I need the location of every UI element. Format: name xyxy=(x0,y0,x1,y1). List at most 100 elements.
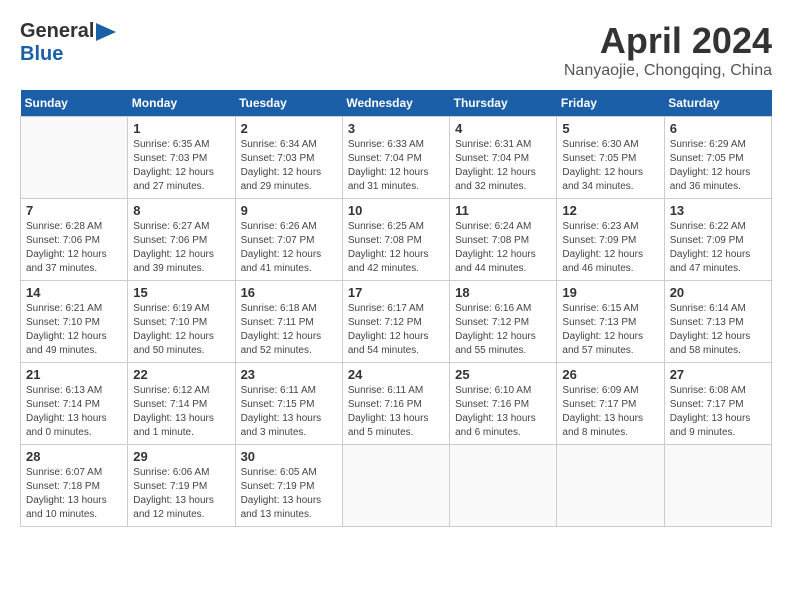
day-number: 20 xyxy=(670,285,766,300)
day-content: Sunrise: 6:17 AM Sunset: 7:12 PM Dayligh… xyxy=(348,302,444,358)
table-row: 21Sunrise: 6:13 AM Sunset: 7:14 PM Dayli… xyxy=(21,363,128,445)
table-row: 22Sunrise: 6:12 AM Sunset: 7:14 PM Dayli… xyxy=(128,363,235,445)
header-sunday: Sunday xyxy=(21,90,128,117)
day-number: 6 xyxy=(670,121,766,136)
page-header: General Blue April 2024 Nanyaojie, Chong… xyxy=(20,20,772,80)
day-content: Sunrise: 6:09 AM Sunset: 7:17 PM Dayligh… xyxy=(562,384,658,440)
table-row: 24 Sunrise: 6:11 AM Sunset: 7:16 PM Dayli… xyxy=(342,363,449,445)
day-content: Sunrise: 6:22 AM Sunset: 7:09 PM Dayligh… xyxy=(670,220,766,276)
table-row: 30 Sunrise: 6:05 AM Sunset: 7:19 PM Dayli… xyxy=(235,445,342,527)
day-content: Sunrise: 6:08 AM Sunset: 7:17 PM Dayligh… xyxy=(670,384,766,440)
table-row: 20 Sunrise: 6:14 AM Sunset: 7:13 PM Dayli… xyxy=(664,281,771,363)
table-row: 3Sunrise: 6:33 AM Sunset: 7:04 PM Daylig… xyxy=(342,117,449,199)
table-row xyxy=(557,445,664,527)
table-row: 8 Sunrise: 6:27 AM Sunset: 7:06 PM Daylig… xyxy=(128,199,235,281)
table-row: 12Sunrise: 6:23 AM Sunset: 7:09 PM Dayli… xyxy=(557,199,664,281)
day-content: Sunrise: 6:11 AM Sunset: 7:15 PM Dayligh… xyxy=(241,384,337,440)
day-number: 1 xyxy=(133,121,229,136)
day-number: 19 xyxy=(562,285,658,300)
header-friday: Friday xyxy=(557,90,664,117)
day-content: Sunrise: 6:19 AM Sunset: 7:10 PM Dayligh… xyxy=(133,302,229,358)
day-number: 28 xyxy=(26,449,122,464)
calendar-week-row: 1 Sunrise: 6:35 AM Sunset: 7:03 PM Daylig… xyxy=(21,117,772,199)
header-thursday: Thursday xyxy=(450,90,557,117)
day-content: Sunrise: 6:27 AM Sunset: 7:06 PM Dayligh… xyxy=(133,220,229,276)
table-row: 25Sunrise: 6:10 AM Sunset: 7:16 PM Dayli… xyxy=(450,363,557,445)
table-row: 4Sunrise: 6:31 AM Sunset: 7:04 PM Daylig… xyxy=(450,117,557,199)
table-row: 11 Sunrise: 6:24 AM Sunset: 7:08 PM Dayli… xyxy=(450,199,557,281)
day-number: 10 xyxy=(348,203,444,218)
logo: General Blue xyxy=(20,20,116,66)
day-content: Sunrise: 6:16 AM Sunset: 7:12 PM Dayligh… xyxy=(455,302,551,358)
table-row: 27 Sunrise: 6:08 AM Sunset: 7:17 PM Dayli… xyxy=(664,363,771,445)
table-row: 19 Sunrise: 6:15 AM Sunset: 7:13 PM Dayli… xyxy=(557,281,664,363)
table-row xyxy=(450,445,557,527)
table-row: 2Sunrise: 6:34 AM Sunset: 7:03 PM Daylig… xyxy=(235,117,342,199)
day-number: 23 xyxy=(241,367,337,382)
day-number: 15 xyxy=(133,285,229,300)
table-row: 15 Sunrise: 6:19 AM Sunset: 7:10 PM Dayli… xyxy=(128,281,235,363)
table-row: 13 Sunrise: 6:22 AM Sunset: 7:09 PM Dayli… xyxy=(664,199,771,281)
day-content: Sunrise: 6:05 AM Sunset: 7:19 PM Dayligh… xyxy=(241,466,337,522)
table-row: 5Sunrise: 6:30 AM Sunset: 7:05 PM Daylig… xyxy=(557,117,664,199)
day-number: 26 xyxy=(562,367,658,382)
table-row: 10 Sunrise: 6:25 AM Sunset: 7:08 PM Dayli… xyxy=(342,199,449,281)
table-row: 6 Sunrise: 6:29 AM Sunset: 7:05 PM Daylig… xyxy=(664,117,771,199)
day-number: 5 xyxy=(562,121,658,136)
logo-blue: Blue xyxy=(20,43,63,65)
table-row: 18 Sunrise: 6:16 AM Sunset: 7:12 PM Dayli… xyxy=(450,281,557,363)
table-row xyxy=(664,445,771,527)
day-number: 24 xyxy=(348,367,444,382)
header-saturday: Saturday xyxy=(664,90,771,117)
title-section: April 2024 Nanyaojie, Chongqing, China xyxy=(564,20,772,80)
day-content: Sunrise: 6:10 AM Sunset: 7:16 PM Dayligh… xyxy=(455,384,551,440)
day-content: Sunrise: 6:29 AM Sunset: 7:05 PM Dayligh… xyxy=(670,138,766,194)
day-number: 22 xyxy=(133,367,229,382)
calendar-week-row: 21Sunrise: 6:13 AM Sunset: 7:14 PM Dayli… xyxy=(21,363,772,445)
day-number: 8 xyxy=(133,203,229,218)
day-content: Sunrise: 6:07 AM Sunset: 7:18 PM Dayligh… xyxy=(26,466,122,522)
day-content: Sunrise: 6:25 AM Sunset: 7:08 PM Dayligh… xyxy=(348,220,444,276)
day-content: Sunrise: 6:28 AM Sunset: 7:06 PM Dayligh… xyxy=(26,220,122,276)
day-content: Sunrise: 6:11 AM Sunset: 7:16 PM Dayligh… xyxy=(348,384,444,440)
day-content: Sunrise: 6:21 AM Sunset: 7:10 PM Dayligh… xyxy=(26,302,122,358)
calendar-week-row: 28 Sunrise: 6:07 AM Sunset: 7:18 PM Dayli… xyxy=(21,445,772,527)
day-number: 17 xyxy=(348,285,444,300)
table-row xyxy=(21,117,128,199)
calendar-week-row: 14 Sunrise: 6:21 AM Sunset: 7:10 PM Dayli… xyxy=(21,281,772,363)
day-content: Sunrise: 6:15 AM Sunset: 7:13 PM Dayligh… xyxy=(562,302,658,358)
day-content: Sunrise: 6:33 AM Sunset: 7:04 PM Dayligh… xyxy=(348,138,444,194)
calendar-week-row: 7 Sunrise: 6:28 AM Sunset: 7:06 PM Daylig… xyxy=(21,199,772,281)
day-content: Sunrise: 6:35 AM Sunset: 7:03 PM Dayligh… xyxy=(133,138,229,194)
logo-arrow-icon xyxy=(96,23,116,41)
table-row: 9Sunrise: 6:26 AM Sunset: 7:07 PM Daylig… xyxy=(235,199,342,281)
calendar-table: Sunday Monday Tuesday Wednesday Thursday… xyxy=(20,90,772,527)
month-title: April 2024 xyxy=(564,20,772,62)
day-number: 27 xyxy=(670,367,766,382)
day-number: 18 xyxy=(455,285,551,300)
day-content: Sunrise: 6:24 AM Sunset: 7:08 PM Dayligh… xyxy=(455,220,551,276)
day-number: 13 xyxy=(670,203,766,218)
day-number: 29 xyxy=(133,449,229,464)
day-number: 9 xyxy=(241,203,337,218)
day-number: 11 xyxy=(455,203,551,218)
logo-general: General xyxy=(20,20,94,43)
table-row: 26 Sunrise: 6:09 AM Sunset: 7:17 PM Dayli… xyxy=(557,363,664,445)
table-row: 23 Sunrise: 6:11 AM Sunset: 7:15 PM Dayli… xyxy=(235,363,342,445)
table-row: 29 Sunrise: 6:06 AM Sunset: 7:19 PM Dayli… xyxy=(128,445,235,527)
day-number: 14 xyxy=(26,285,122,300)
day-number: 30 xyxy=(241,449,337,464)
table-row: 28 Sunrise: 6:07 AM Sunset: 7:18 PM Dayli… xyxy=(21,445,128,527)
location-subtitle: Nanyaojie, Chongqing, China xyxy=(564,62,772,80)
table-row xyxy=(342,445,449,527)
day-number: 16 xyxy=(241,285,337,300)
table-row: 14 Sunrise: 6:21 AM Sunset: 7:10 PM Dayli… xyxy=(21,281,128,363)
table-row: 16Sunrise: 6:18 AM Sunset: 7:11 PM Dayli… xyxy=(235,281,342,363)
table-row: 7 Sunrise: 6:28 AM Sunset: 7:06 PM Daylig… xyxy=(21,199,128,281)
header-wednesday: Wednesday xyxy=(342,90,449,117)
day-content: Sunrise: 6:06 AM Sunset: 7:19 PM Dayligh… xyxy=(133,466,229,522)
day-number: 7 xyxy=(26,203,122,218)
day-content: Sunrise: 6:14 AM Sunset: 7:13 PM Dayligh… xyxy=(670,302,766,358)
calendar-header-row: Sunday Monday Tuesday Wednesday Thursday… xyxy=(21,90,772,117)
day-content: Sunrise: 6:23 AM Sunset: 7:09 PM Dayligh… xyxy=(562,220,658,276)
